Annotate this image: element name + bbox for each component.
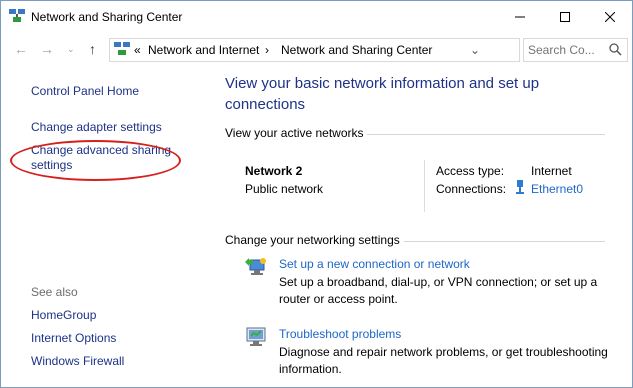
close-button[interactable] [587, 1, 632, 32]
up-arrow-icon[interactable]: ↑ [89, 41, 96, 57]
close-icon [604, 11, 615, 22]
control-panel-home-link[interactable]: Control Panel Home [31, 84, 139, 99]
search-icon[interactable] [609, 43, 622, 56]
section-divider [404, 241, 605, 242]
vertical-scrollbar[interactable] [620, 68, 632, 387]
title-bar[interactable]: Network and Sharing Center [1, 1, 632, 32]
homegroup-link[interactable]: HomeGroup [31, 308, 96, 323]
setup-new-connection-link[interactable]: Set up a new connection or network [279, 257, 470, 271]
recent-locations-chevron-icon[interactable]: ⌄ [67, 41, 75, 57]
back-arrow-icon[interactable]: ← [14, 41, 28, 57]
windows-firewall-link[interactable]: Windows Firewall [31, 354, 124, 369]
ethernet-icon [516, 180, 524, 194]
breadcrumb-network-sharing-center[interactable]: Network and Sharing Center [281, 43, 432, 57]
breadcrumb-network-and-internet[interactable]: Network and Internet [148, 43, 259, 57]
connections-label: Connections: [436, 182, 507, 196]
network-app-icon [9, 9, 25, 22]
forward-arrow-icon[interactable]: → [40, 41, 54, 57]
address-dropdown-icon[interactable]: ⌄ [470, 43, 480, 57]
access-type-label: Access type: [436, 164, 505, 178]
network-type-link[interactable]: Public network [245, 182, 323, 196]
navigation-bar: ← → ⌄ ↑ « Network and Internet › Network… [1, 32, 632, 68]
page-heading: View your basic network information and … [225, 75, 540, 113]
window-title: Network and Sharing Center [31, 10, 183, 24]
ethernet0-connection-link[interactable]: Ethernet0 [531, 182, 583, 196]
search-box[interactable] [523, 38, 628, 62]
network-sharing-center-window: Network and Sharing Center ← → ⌄ ↑ « Net… [0, 0, 633, 388]
section-divider [367, 134, 605, 135]
left-nav-pane: Control Panel Home Change adapter settin… [1, 68, 206, 387]
access-type-value: Internet [531, 164, 572, 178]
troubleshoot-problems-link[interactable]: Troubleshoot problems [279, 327, 401, 341]
network-details-divider [424, 160, 425, 212]
maximize-icon [559, 11, 570, 22]
change-adapter-settings-link[interactable]: Change adapter settings [31, 120, 162, 135]
troubleshoot-icon [246, 327, 266, 346]
breadcrumb-separator-icon: › [265, 43, 269, 57]
network-name: Network 2 [245, 164, 303, 178]
minimize-button[interactable] [497, 1, 542, 32]
troubleshoot-description: Diagnose and repair network problems, or… [279, 345, 608, 376]
maximize-button[interactable] [542, 1, 587, 32]
highlight-annotation-oval [10, 140, 181, 181]
breadcrumb-overflow[interactable]: « [134, 43, 141, 57]
minimize-icon [514, 16, 525, 17]
address-bar[interactable]: « Network and Internet › Network and Sha… [109, 38, 617, 62]
internet-options-link[interactable]: Internet Options [31, 331, 116, 346]
setup-new-connection-description: Set up a broadband, dial-up, or VPN conn… [279, 275, 598, 306]
active-networks-title: View your active networks [225, 126, 364, 140]
change-settings-title: Change your networking settings [225, 233, 400, 247]
search-input[interactable] [528, 41, 604, 58]
control-panel-icon [114, 42, 130, 55]
main-content-pane: View your basic network information and … [206, 68, 632, 387]
see-also-label: See also [31, 285, 78, 299]
new-connection-icon [245, 258, 266, 275]
